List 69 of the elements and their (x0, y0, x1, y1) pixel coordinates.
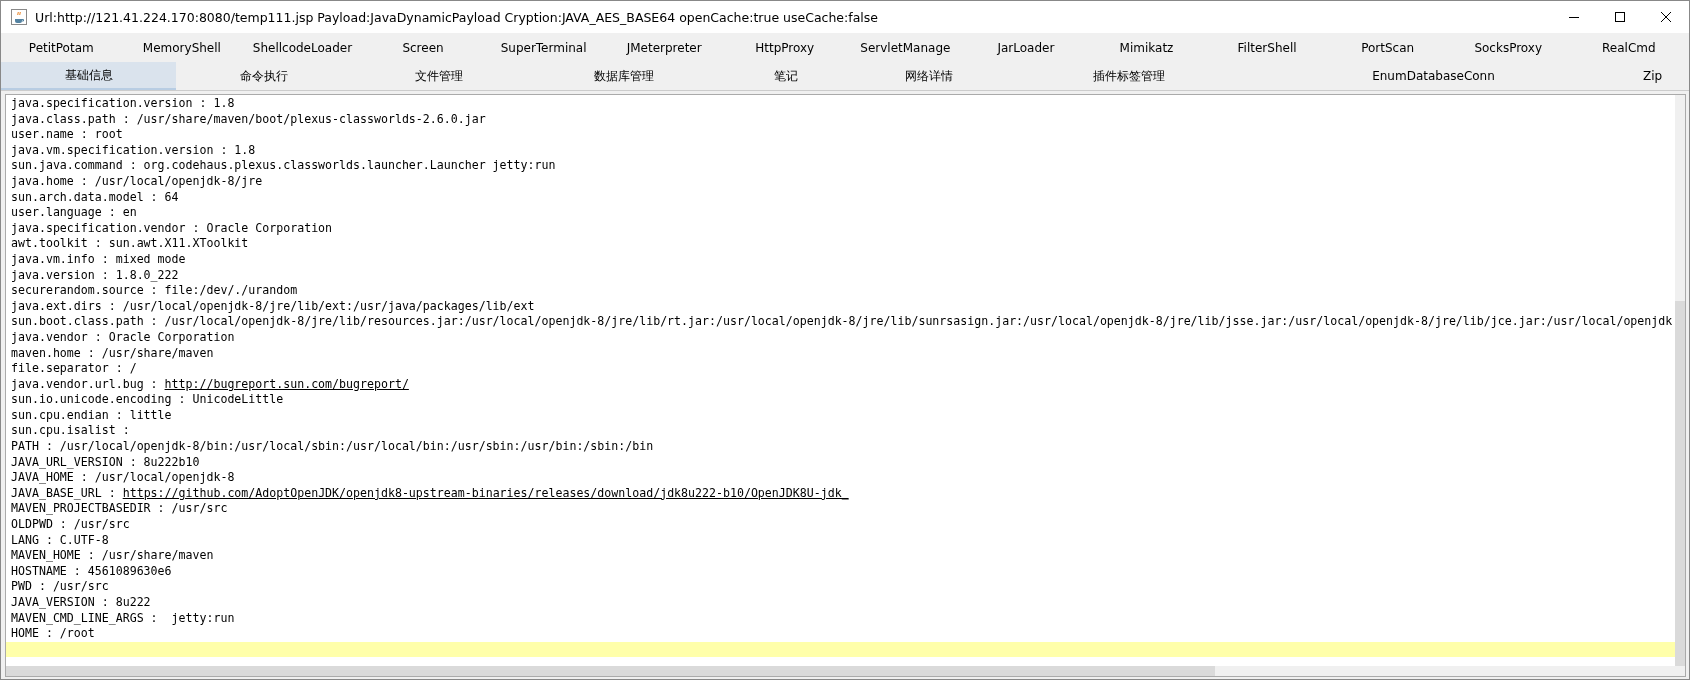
tab[interactable]: SuperTerminal (483, 33, 604, 62)
tab[interactable]: Zip (1616, 62, 1689, 90)
text-line: OLDPWD : /usr/src (11, 517, 131, 533)
tab[interactable]: JMeterpreter (603, 33, 725, 62)
tab[interactable]: FilterShell (1206, 33, 1328, 62)
tab[interactable]: ServletManage (845, 33, 966, 62)
horizontal-scrollbar[interactable] (6, 666, 1685, 676)
text-line: HOME : /root (11, 626, 96, 642)
vertical-scrollbar[interactable] (1675, 95, 1685, 666)
text-line: JAVA_HOME : /usr/local/openjdk-8 (11, 470, 236, 486)
text-line: sun.cpu.endian : little (11, 407, 173, 424)
text-line: JAVA_URL_VERSION : 8u222b10 (11, 454, 201, 471)
text-area[interactable] (5, 94, 1686, 677)
tab[interactable]: 网络详情 (851, 62, 1006, 90)
text-line: user.language : en (11, 205, 138, 221)
close-icon (1661, 12, 1671, 22)
text-line: java.class.path : /usr/share/maven/boot/plexus-classworlds-2.6.0.jar (11, 111, 487, 128)
tab[interactable]: PortScan (1327, 33, 1448, 62)
text-line: java.vendor.url.bug : http://bugreport.sun.com/bugreport/ (11, 376, 410, 393)
text-line: java.version : 1.8.0_222 (11, 267, 180, 284)
scrollbar-thumb[interactable] (6, 666, 1215, 676)
text-line: java.vendor : Oracle Corporation (11, 329, 236, 346)
text-line: sun.boot.class.path : /usr/local/openjdk-8/jre/lib/resources.jar:/usr/local/openjdk-8/jre/lib/rt.jar:/usr/local/openjdk-8/jre/lib/sunrsasign.jar:/usr/local/openjdk-8/jre/lib/jsse.jar:/usr/local/openjdk-8/jre/lib/jce.jar:/usr/local/openjdk (11, 314, 1674, 330)
tab[interactable]: HttpProxy (724, 33, 846, 62)
tab[interactable]: JarLoader (965, 33, 1087, 62)
text-line: MAVEN_PROJECTBASEDIR : /usr/src (11, 501, 229, 518)
link[interactable]: https://github.com/AdoptOpenJDK/openjdk8-upstream-binaries/releases/download/jdk8u222-b10/OpenJDK8U-jdk_ (122, 485, 849, 500)
text-line: java.specification.version : 1.8 (11, 96, 236, 112)
tab[interactable]: ShellcodeLoader (242, 33, 363, 62)
text-line: java.vm.specification.version : 1.8 (11, 142, 257, 159)
link[interactable]: http://bugreport.sun.com/bugreport/ (164, 376, 409, 391)
tab[interactable]: 命令执行 (176, 62, 351, 90)
text-line: JAVA_VERSION : 8u222 (11, 595, 152, 611)
tab[interactable]: EnumDatabaseConn (1251, 62, 1616, 90)
tab[interactable]: MemoryShell (121, 33, 243, 62)
text-line: user.name : root (11, 127, 124, 143)
text-line: maven.home : /usr/share/maven (11, 345, 215, 362)
tab[interactable]: Mimikatz (1086, 33, 1207, 62)
tab[interactable]: SocksProxy (1447, 33, 1569, 62)
text-line: LANG : C.UTF-8 (11, 532, 110, 549)
tab[interactable]: 插件标签管理 (1006, 62, 1251, 90)
text-line: java.ext.dirs : /usr/local/openjdk-8/jre/lib/ext:/usr/java/packages/lib/ext (11, 298, 536, 315)
text-line: file.separator : / (11, 361, 138, 377)
text-line: sun.io.unicode.encoding : UnicodeLittle (11, 392, 285, 408)
text-line: java.vm.info : mixed mode (11, 251, 187, 268)
window-title: Url:http://121.41.224.170:8080/temp111.jsp Payload:JavaDynamicPayload Cryption:JAVA_AES_BASE64 openCache:true useCache:false (35, 9, 878, 25)
text-line: PATH : /usr/local/openjdk-8/bin:/usr/local/sbin:/usr/local/bin:/usr/sbin:/usr/bin:/sbin:/bin (11, 439, 655, 455)
text-line: sun.java.command : org.codehaus.plexus.classworlds.launcher.Launcher jetty:run (11, 158, 557, 174)
text-line: MAVEN_HOME : /usr/share/maven (11, 548, 215, 564)
text-line: java.specification.vendor : Oracle Corporation (11, 220, 334, 237)
text-line: sun.cpu.isalist : (11, 423, 131, 440)
tab[interactable]: 笔记 (721, 62, 851, 90)
scrollbar-thumb[interactable] (1675, 300, 1685, 666)
text-line: MAVEN_CMD_LINE_ARGS : jetty:run (11, 610, 236, 627)
maximize-icon (1615, 12, 1625, 22)
tab[interactable]: 基础信息 (1, 62, 176, 90)
coffee-cup-icon (11, 9, 27, 25)
tab[interactable]: Screen (362, 33, 484, 62)
tab[interactable]: RealCmd (1568, 33, 1690, 62)
text-line: securerandom.source : file:/dev/./urandom (11, 283, 299, 299)
text-line: HOSTNAME : 4561089630e6 (11, 563, 173, 580)
tab[interactable]: 数据库管理 (526, 62, 721, 90)
text-line: java.home : /usr/local/openjdk-8/jre (11, 173, 264, 190)
tab[interactable]: 文件管理 (351, 62, 526, 90)
text-line: sun.arch.data.model : 64 (11, 189, 180, 206)
text-line: awt.toolkit : sun.awt.X11.XToolkit (11, 236, 250, 252)
tab[interactable]: PetitPotam (1, 33, 122, 62)
text-line: PWD : /usr/src (11, 579, 110, 595)
text-line: JAVA_BASE_URL : https://github.com/AdoptOpenJDK/openjdk8-upstream-binaries/releases/download/jdk8u222-b10/OpenJDK8U-jdk_ (11, 485, 850, 502)
